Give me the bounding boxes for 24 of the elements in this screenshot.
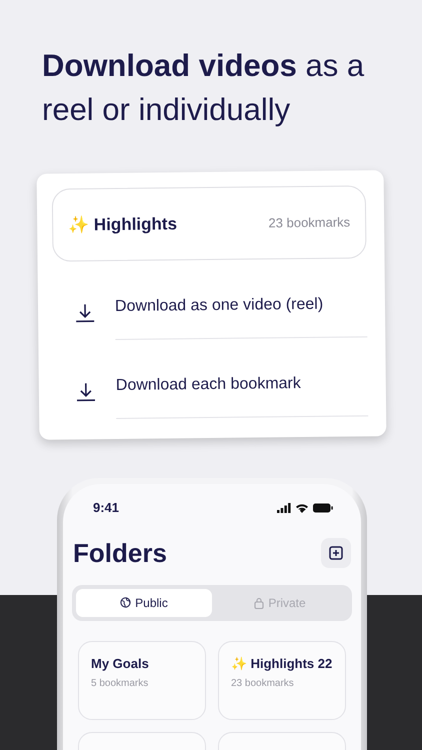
- folder-title: ✨ Highlights 22: [231, 654, 333, 673]
- download-option[interactable]: Download each bookmark: [54, 359, 368, 420]
- status-time: 9:41: [93, 499, 120, 517]
- lock-icon: [254, 596, 264, 609]
- download-option[interactable]: Download as one video (reel): [52, 280, 368, 341]
- battery-icon: [313, 502, 333, 513]
- folder-title: My Goals: [91, 654, 150, 673]
- bookmark-count: 23 bookmarks: [231, 677, 295, 692]
- folder-card[interactable]: ✨ Highlights 23 bookmarks: [52, 185, 367, 262]
- signal-icon: [277, 502, 291, 513]
- headline: Download videos as a reel or individually: [41, 47, 366, 129]
- globe-icon: [120, 597, 132, 608]
- folder-card[interactable]: ✨ Highlights 22 23 bookmarks: [218, 640, 346, 720]
- add-folder-button[interactable]: [321, 538, 351, 568]
- segment-tab[interactable]: Public: [76, 588, 212, 617]
- bookmark-count: 5 bookmarks: [91, 677, 150, 692]
- wifi-icon: [295, 502, 309, 513]
- bookmark-count: 23 bookmarks: [268, 213, 350, 232]
- add-icon: [329, 546, 343, 560]
- download-icon: [74, 302, 96, 322]
- screen-title: Folders: [73, 538, 167, 569]
- download-icon: [76, 380, 96, 401]
- folder-title: ✨ Highlights: [68, 213, 178, 236]
- folder-card[interactable]: My Goals 5 bookmarks: [78, 640, 206, 720]
